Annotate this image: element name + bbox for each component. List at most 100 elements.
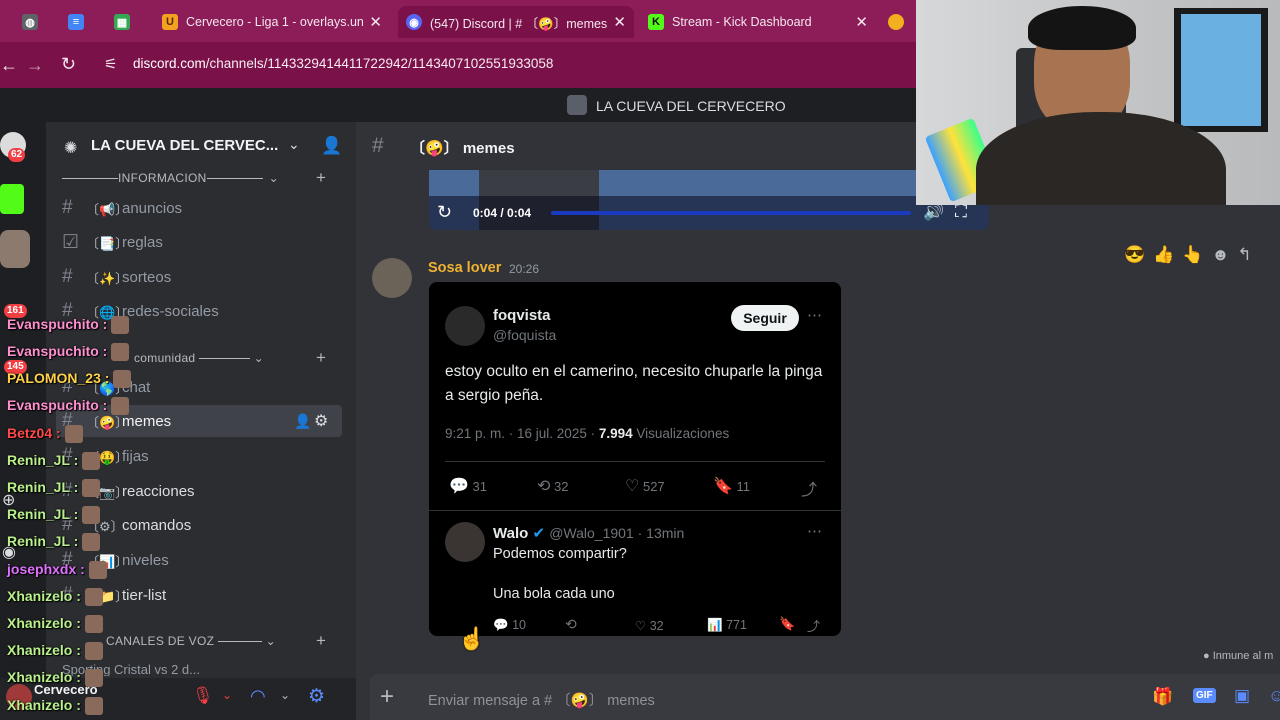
reaction-cool-icon[interactable]: 😎 <box>1124 245 1145 265</box>
tab-extra[interactable] <box>888 6 916 38</box>
channel-emoji: 〔📢〕 <box>86 201 129 217</box>
invite-icon[interactable]: 👤 <box>321 136 342 156</box>
composer-placeholder[interactable]: Enviar mensaje a # 〔🤪〕 memes <box>428 689 655 710</box>
chat-emote <box>84 615 103 634</box>
video-attachment[interactable]: ↻ 0:04 / 0:04 🔊 ⛶ <box>429 170 989 230</box>
rules-icon: ☑ <box>62 231 80 253</box>
gear-icon[interactable]: ⚙ <box>308 685 325 708</box>
add-reaction-icon[interactable]: ☻ <box>1212 245 1230 265</box>
more-icon[interactable]: ⋯ <box>807 522 822 540</box>
follow-button[interactable]: Seguir <box>731 305 799 331</box>
reaction-point-icon[interactable]: 👆 <box>1182 245 1203 265</box>
overlay-chat-user: Evanspuchito : <box>7 343 130 362</box>
heart-icon: ♡ <box>625 478 640 495</box>
channel-reglas[interactable]: ☑ 〔📑〕 reglas <box>62 227 342 257</box>
chevron-down-icon[interactable]: ⌄ <box>288 136 300 153</box>
reply-view-count[interactable]: 📊 771 <box>707 618 747 633</box>
tab-overlays[interactable]: U Cervecero - Liga 1 - overlays.un ✕ <box>156 6 390 38</box>
gift-icon[interactable]: 🎁 <box>1152 687 1173 707</box>
count: 32 <box>649 619 664 633</box>
chat-emote <box>84 588 103 607</box>
add-channel-icon[interactable]: + <box>316 168 326 188</box>
channel-name: anuncios <box>122 199 183 217</box>
count: 771 <box>726 618 747 632</box>
channel-tier-list[interactable]: # 〔📁〕 tier-list <box>62 580 342 610</box>
tweet-handle: @foquista <box>493 327 557 343</box>
reply-icon[interactable]: ↰ <box>1237 245 1251 265</box>
divider <box>218 640 262 642</box>
tweet-views: 7.994 <box>598 426 633 441</box>
tab-sheets[interactable]: ▦ <box>114 6 146 38</box>
share-icon[interactable]: ⤴ <box>807 616 820 635</box>
forward-icon[interactable]: → <box>26 55 44 76</box>
avatar[interactable] <box>372 258 412 298</box>
hash-icon: # <box>62 266 73 287</box>
channel-name: niveles <box>122 551 169 569</box>
tab-docs[interactable]: ≡ <box>68 6 96 38</box>
immune-notice: ● Inmune al m <box>1203 650 1273 662</box>
tweet-embed[interactable]: foqvista @foquista Seguir ⋯ estoy oculto… <box>429 282 841 636</box>
url-field[interactable]: discord.com/channels/1143329414411722942… <box>133 56 553 71</box>
gif-icon[interactable]: GIF <box>1193 688 1216 703</box>
server-name[interactable]: LA CUEVA DEL CERVEC... <box>91 137 278 154</box>
reply-like-count[interactable]: ♡ 32 <box>635 618 664 633</box>
person-hair <box>1028 6 1136 50</box>
channel-comandos[interactable]: # 〔⚙〕 comandos <box>62 510 342 540</box>
mic-muted-icon[interactable]: 🎙 <box>192 686 214 706</box>
video-progress-bar[interactable] <box>551 211 911 215</box>
reaction-thumbsup-icon[interactable]: 👍 <box>1153 245 1174 265</box>
chevron-down-icon[interactable]: ⌄ <box>222 688 232 702</box>
like-count[interactable]: ♡ 527 <box>625 476 665 496</box>
replay-icon[interactable]: ↻ <box>437 202 452 223</box>
server-icon-kick[interactable] <box>0 184 24 214</box>
headphones-icon[interactable]: ◠ <box>250 686 266 707</box>
add-channel-icon[interactable]: + <box>316 348 326 368</box>
tweet-text: estoy oculto en el camerino, necesito ch… <box>445 363 823 404</box>
channel-sorteos[interactable]: # 〔✨〕 sorteos <box>62 262 342 292</box>
bookmark-icon[interactable]: 🔖 <box>779 616 795 632</box>
sticker-icon[interactable]: ▣ <box>1234 686 1250 706</box>
share-icon[interactable]: ⤴ <box>801 476 817 500</box>
tab-globe[interactable]: ◍ <box>22 6 50 38</box>
close-icon[interactable]: ✕ <box>855 13 868 31</box>
chat-emote <box>84 697 103 716</box>
tweet-views-label: Visualizaciones <box>632 426 730 441</box>
category-label: INFORMACION <box>118 171 207 185</box>
site-settings-icon[interactable]: ⚟ <box>104 55 117 73</box>
channel-reacciones[interactable]: # 〔📷〕 reacciones <box>62 476 342 506</box>
ball-icon <box>888 14 904 30</box>
retweet-count[interactable]: ⟲ 32 <box>537 476 569 496</box>
emoji-icon[interactable]: ☺ <box>1268 686 1280 706</box>
overlay-chat-user: Betz04 : <box>7 425 83 444</box>
reply-count[interactable]: 💬 31 <box>449 476 487 496</box>
reply-reply-count[interactable]: 💬 10 <box>493 618 526 633</box>
bookmark-count[interactable]: 🔖 11 <box>713 476 750 496</box>
create-invite-icon[interactable]: 👤 <box>294 413 311 430</box>
volume-icon[interactable]: 🔊 <box>923 202 944 222</box>
back-icon[interactable]: ← <box>0 55 18 76</box>
add-attachment-icon[interactable]: + <box>380 683 394 711</box>
retweet-icon[interactable]: ⟲ <box>565 616 577 633</box>
count: 527 <box>642 479 665 494</box>
overlay-chat-user: Xhanizelo : <box>7 615 103 634</box>
category-voz[interactable]: CANALES DE VOZ ⌄ <box>106 634 276 648</box>
channel-anuncios[interactable]: # 〔📢〕 anuncios <box>62 193 342 223</box>
more-icon[interactable]: ⋯ <box>807 306 822 324</box>
category-comunidad[interactable]: comunidad ⌄ <box>134 351 264 365</box>
reload-icon[interactable]: ↻ <box>61 54 76 75</box>
close-icon[interactable]: ✕ <box>613 13 626 31</box>
tab-discord[interactable]: ◉ (547) Discord | # 〔🤪〕memes ✕ <box>398 6 634 38</box>
channel-fijas[interactable]: # 〔🤑〕 fijas <box>62 441 342 471</box>
tab-kick[interactable]: K Stream - Kick Dashboard ✕ <box>642 6 876 38</box>
category-informacion[interactable]: INFORMACION ⌄ <box>62 171 312 185</box>
add-channel-icon[interactable]: + <box>316 631 326 651</box>
chat-emote <box>111 397 130 416</box>
message-timestamp: 20:26 <box>509 262 540 276</box>
gear-icon[interactable]: ⚙ <box>314 411 328 431</box>
server-icon-avatar[interactable] <box>0 230 30 268</box>
message-author[interactable]: Sosa lover <box>428 260 501 276</box>
fullscreen-icon[interactable]: ⛶ <box>955 202 967 222</box>
chevron-down-icon[interactable]: ⌄ <box>280 688 290 702</box>
verified-icon: ✔ <box>532 525 546 542</box>
close-icon[interactable]: ✕ <box>369 13 382 31</box>
